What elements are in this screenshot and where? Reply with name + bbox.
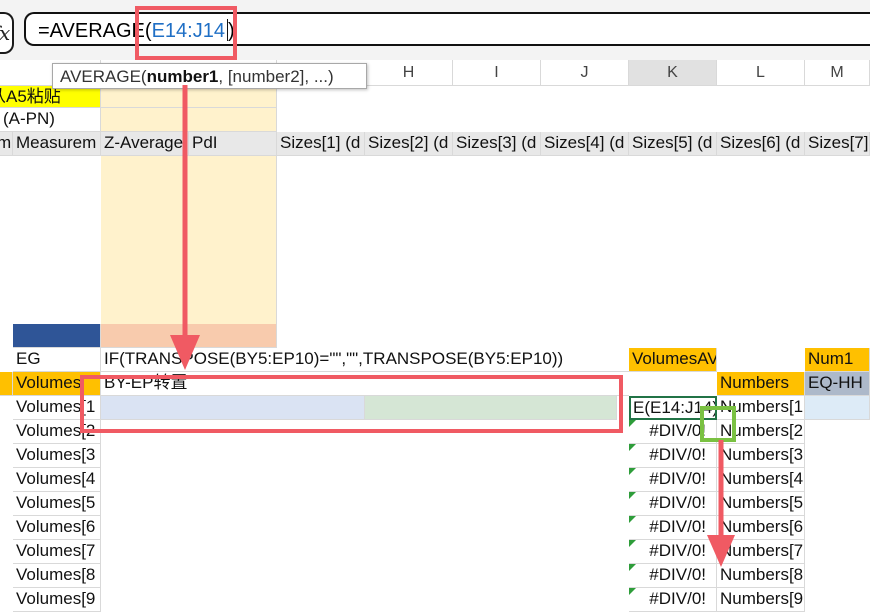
column-header-i[interactable]: I bbox=[453, 60, 541, 86]
cell-header-m[interactable]: m bbox=[0, 132, 13, 156]
cell-avg-7[interactable]: #DIV/0! bbox=[629, 540, 717, 564]
cell-transposed-label[interactable]: BY-EP转置 bbox=[101, 372, 629, 396]
cell-volumes-4[interactable]: Volumes[4 bbox=[13, 468, 101, 492]
cell-volumes-9[interactable]: Volumes[9 bbox=[13, 588, 101, 612]
column-header-k[interactable]: K bbox=[629, 60, 717, 86]
fx-icon[interactable]: fx bbox=[0, 12, 14, 54]
cell-salmon[interactable] bbox=[101, 324, 277, 348]
cell-paste-note[interactable]: 从A5粘贴 bbox=[0, 86, 101, 108]
cell-eq-hh[interactable]: EQ-HH bbox=[805, 372, 870, 396]
cell-range-blue[interactable] bbox=[101, 396, 365, 420]
cell-volumes-label[interactable]: Volumes bbox=[13, 372, 101, 396]
spreadsheet-grid: H I J K L M 从A5粘贴 (A-PN) m Measurem Z-Av… bbox=[0, 60, 870, 612]
error-indicator bbox=[629, 468, 636, 475]
cell-volumes-3[interactable]: Volumes[3 bbox=[13, 444, 101, 468]
cell-numbers-label[interactable]: Numbers bbox=[717, 372, 805, 396]
cell-avg-active[interactable]: E(E14:J14) bbox=[629, 396, 717, 420]
cell-numbers-4[interactable]: Numbers[4 bbox=[717, 468, 805, 492]
cell-avg-2[interactable]: #DIV/0! bbox=[629, 420, 717, 444]
cell-volumes-6[interactable]: Volumes[6 bbox=[13, 516, 101, 540]
cell-header-measurem[interactable]: Measurem bbox=[13, 132, 101, 156]
cell-peach-block[interactable] bbox=[101, 156, 277, 324]
avg-value: #DIV/0! bbox=[649, 565, 706, 584]
cell-volumes-7[interactable]: Volumes[7 bbox=[13, 540, 101, 564]
formula-text-suffix: ) bbox=[227, 20, 235, 42]
cell-avg-3[interactable]: #DIV/0! bbox=[629, 444, 717, 468]
cell-numbers-5[interactable]: Numbers[5 bbox=[717, 492, 805, 516]
cell-avg-8[interactable]: #DIV/0! bbox=[629, 564, 717, 588]
column-header-h[interactable]: H bbox=[365, 60, 453, 86]
error-indicator bbox=[629, 492, 636, 499]
error-indicator bbox=[629, 420, 636, 427]
cell-numbers-8[interactable]: Numbers[8 bbox=[717, 564, 805, 588]
cell-range-green[interactable] bbox=[365, 396, 617, 420]
avg-value: #DIV/0! bbox=[649, 445, 706, 464]
cell-volumes-1[interactable]: Volumes[1 bbox=[13, 396, 101, 420]
formula-bar-area: fx =AVERAGE(E14:J14) bbox=[0, 0, 870, 60]
formula-range-ref: E14:J14 bbox=[151, 20, 225, 42]
cell-lightblue-m[interactable] bbox=[805, 396, 870, 420]
cell-header-sizes3[interactable]: Sizes[3] (d bbox=[453, 132, 541, 156]
formula-input[interactable]: =AVERAGE(E14:J14) bbox=[24, 12, 870, 46]
cell-header-sizes4[interactable]: Sizes[4] (d bbox=[541, 132, 629, 156]
cell-range-note[interactable]: (A-PN) bbox=[0, 108, 101, 132]
avg-value: #DIV/0! bbox=[649, 469, 706, 488]
avg-value: #DIV/0! bbox=[649, 493, 706, 512]
cell-numbers-7[interactable]: Numbers[7 bbox=[717, 540, 805, 564]
avg-value: #DIV/0! bbox=[649, 541, 706, 560]
cell-header-pdi[interactable]: PdI bbox=[189, 132, 277, 156]
cell-header-sizes7[interactable]: Sizes[7] bbox=[805, 132, 870, 156]
tooltip-rest[interactable]: , [number2], ...) bbox=[218, 67, 333, 86]
cell-peach-r2[interactable] bbox=[101, 108, 277, 132]
tooltip-arg1[interactable]: number1 bbox=[147, 67, 219, 86]
cell-volumesavg[interactable]: VolumesAVG bbox=[629, 348, 717, 372]
cell-numbers-9[interactable]: Numbers[9 bbox=[717, 588, 805, 612]
cell-avg-6[interactable]: #DIV/0! bbox=[629, 516, 717, 540]
column-header-m[interactable]: M bbox=[805, 60, 870, 86]
error-indicator bbox=[629, 516, 636, 523]
cell-avg-9[interactable]: #DIV/0! bbox=[629, 588, 717, 612]
column-header-l[interactable]: L bbox=[717, 60, 805, 86]
cell-yellow-left[interactable] bbox=[0, 372, 13, 396]
avg-value: #DIV/0! bbox=[649, 517, 706, 536]
cell-avg-4[interactable]: #DIV/0! bbox=[629, 468, 717, 492]
avg-value: #DIV/0! bbox=[649, 421, 706, 440]
cell-numbers-3[interactable]: Numbers[3 bbox=[717, 444, 805, 468]
avg-value: #DIV/0! bbox=[649, 589, 706, 608]
cell-dark-blue[interactable] bbox=[13, 324, 101, 348]
error-indicator bbox=[629, 588, 636, 595]
cell-volumes-2[interactable]: Volumes[2 bbox=[13, 420, 101, 444]
cell-numbers-1[interactable]: Numbers[1 bbox=[717, 396, 805, 420]
cell-header-sizes6[interactable]: Sizes[6] (d bbox=[717, 132, 805, 156]
cell-volumes-5[interactable]: Volumes[5 bbox=[13, 492, 101, 516]
cell-avg-5[interactable]: #DIV/0! bbox=[629, 492, 717, 516]
tooltip-func[interactable]: AVERAGE( bbox=[60, 67, 147, 86]
cell-numbers-2[interactable]: Numbers[2 bbox=[717, 420, 805, 444]
function-tooltip: AVERAGE(number1, [number2], ...) bbox=[52, 63, 367, 89]
cell-numbers-6[interactable]: Numbers[6 bbox=[717, 516, 805, 540]
error-indicator bbox=[629, 444, 636, 451]
column-header-j[interactable]: J bbox=[541, 60, 629, 86]
cell-transpose-formula[interactable]: IF(TRANSPOSE(BY5:EP10)="","",TRANSPOSE(B… bbox=[101, 348, 629, 372]
cell-header-zaverage[interactable]: Z-Average bbox=[101, 132, 189, 156]
cell-header-sizes1[interactable]: Sizes[1] (d bbox=[277, 132, 365, 156]
cell-peach-r1[interactable] bbox=[101, 86, 277, 108]
cell-volumes-8[interactable]: Volumes[8 bbox=[13, 564, 101, 588]
formula-text-prefix: =AVERAGE( bbox=[38, 20, 152, 42]
error-indicator bbox=[629, 564, 636, 571]
cell-header-sizes5[interactable]: Sizes[5] (d bbox=[629, 132, 717, 156]
error-indicator bbox=[629, 540, 636, 547]
cell-eg[interactable]: EG bbox=[13, 348, 101, 372]
cell-num1[interactable]: Num1 bbox=[805, 348, 870, 372]
cell-header-sizes2[interactable]: Sizes[2] (d bbox=[365, 132, 453, 156]
